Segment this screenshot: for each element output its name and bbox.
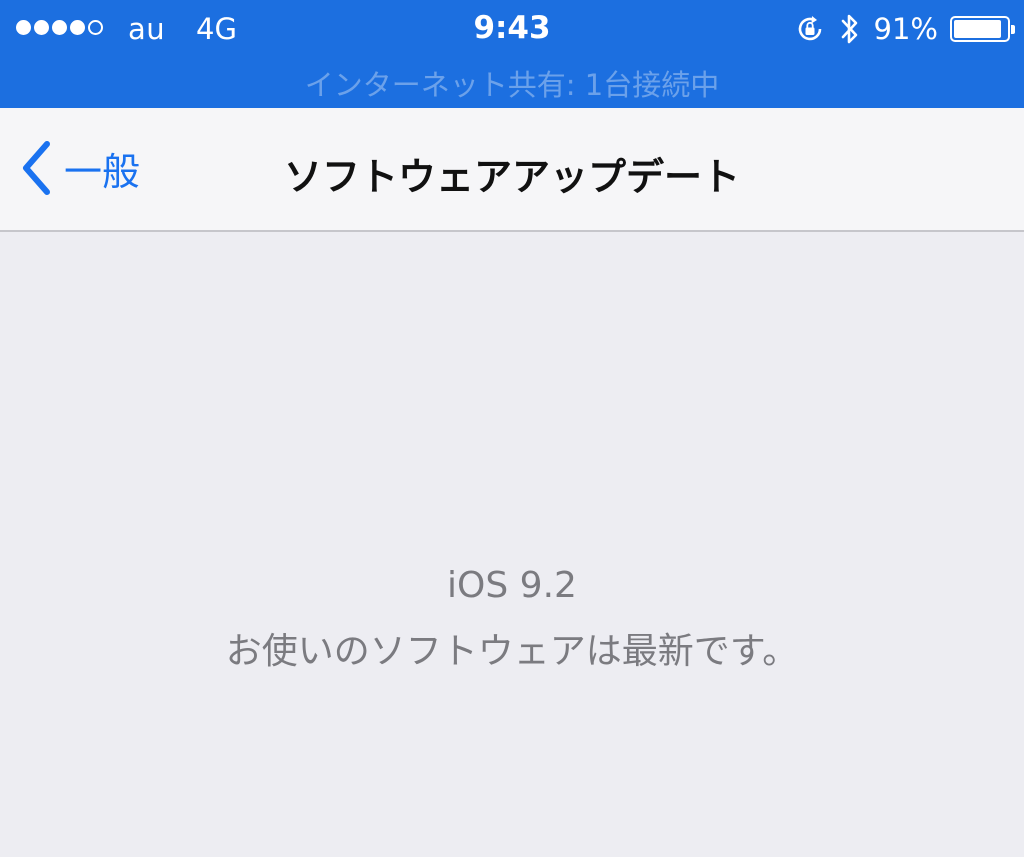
up-to-date-message: お使いのソフトウェアは最新です。	[225, 631, 799, 672]
battery-level-fill	[954, 20, 1002, 38]
update-status-area: iOS 9.2 お使いのソフトウェアは最新です。	[0, 232, 1024, 857]
ios-version-label: iOS 9.2	[447, 565, 577, 606]
orientation-lock-icon	[794, 13, 826, 45]
screen: au 4G 9:43 91% インターネット共有: 1台接続中 一般 ソフトウェ…	[0, 0, 1024, 857]
status-right-group: 91%	[794, 8, 1015, 50]
battery-icon	[950, 16, 1015, 42]
page-title: ソフトウェアアップデート	[283, 155, 740, 199]
battery-percentage: 91%	[873, 12, 938, 46]
navigation-bar: 一般 ソフトウェアアップデート	[0, 108, 1024, 232]
status-row: au 4G 9:43 91%	[0, 0, 1024, 58]
bluetooth-icon	[838, 11, 862, 47]
battery-tip	[1011, 25, 1015, 34]
status-bar: au 4G 9:43 91% インターネット共有: 1台接続中	[0, 0, 1024, 108]
hotspot-banner[interactable]: インターネット共有: 1台接続中	[0, 62, 1024, 104]
